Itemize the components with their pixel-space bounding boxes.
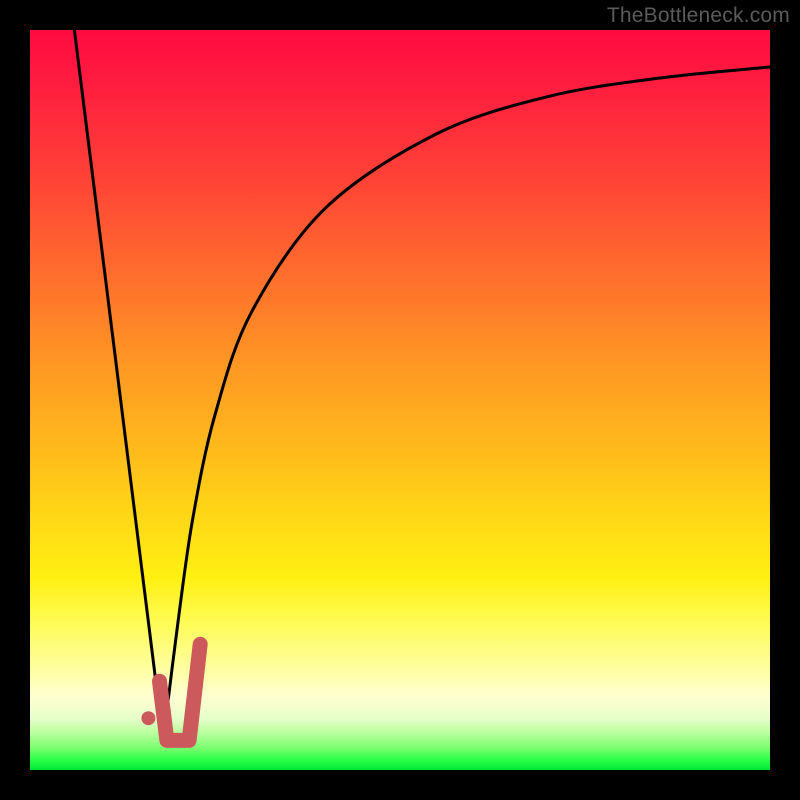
chart-svg — [30, 30, 770, 770]
right-curve-line — [163, 67, 770, 740]
plot-area — [30, 30, 770, 770]
watermark-text: TheBottleneck.com — [607, 4, 790, 28]
chart-frame: TheBottleneck.com — [0, 0, 800, 800]
marker-dot — [141, 711, 155, 725]
curve-group — [74, 30, 770, 740]
left-slope-line — [74, 30, 163, 740]
hook-mark — [160, 644, 201, 740]
